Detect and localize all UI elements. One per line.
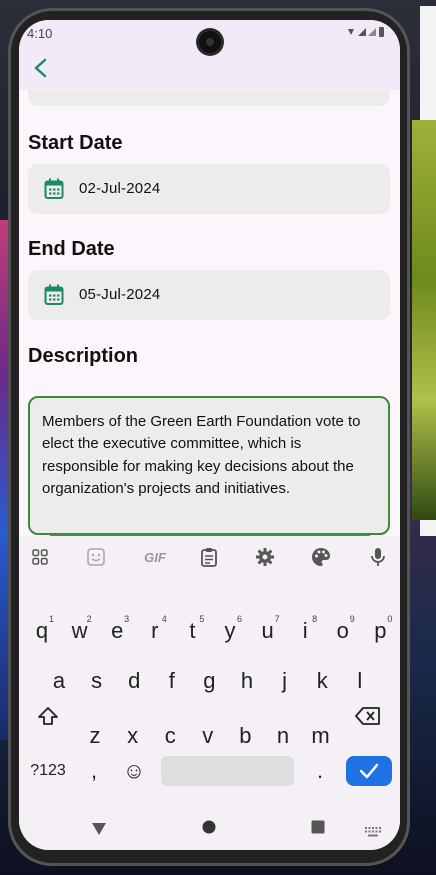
key-x[interactable]: x [118, 719, 148, 753]
key-g[interactable]: g [194, 664, 224, 698]
key-letter: p [374, 618, 387, 643]
keyboard-switch-icon[interactable] [365, 824, 381, 842]
key-a[interactable]: a [44, 664, 74, 698]
start-date-label: Start Date [28, 132, 123, 154]
key-letter: e [111, 618, 124, 643]
key-number-hint: 7 [274, 614, 280, 624]
key-number-hint: 3 [124, 614, 130, 624]
status-time: 4:10 [27, 26, 53, 41]
key-letter: r [151, 618, 159, 643]
nav-back-icon[interactable] [91, 822, 107, 841]
backspace-key[interactable] [353, 701, 383, 731]
key-number-hint: 2 [86, 614, 92, 624]
wifi-battery-icon [348, 27, 384, 37]
calendar-icon [44, 284, 64, 305]
period-key[interactable]: . [309, 756, 331, 786]
gif-button[interactable]: GIF [140, 546, 170, 568]
key-m[interactable]: m [306, 719, 336, 753]
description-label: Description [28, 345, 139, 367]
clipboard-icon[interactable] [198, 546, 220, 568]
symbols-key[interactable]: ?123 [27, 756, 69, 786]
key-k[interactable]: k [307, 664, 337, 698]
key-j[interactable]: j [270, 664, 300, 698]
key-o[interactable]: o9 [328, 614, 358, 648]
key-h[interactable]: h [232, 664, 262, 698]
nav-home-icon[interactable] [202, 820, 216, 839]
key-letter: o [336, 618, 349, 643]
palette-icon[interactable] [310, 546, 332, 568]
start-date-value: 02-Jul-2024 [79, 180, 161, 197]
settings-gear-icon[interactable] [254, 546, 276, 568]
calendar-icon [44, 178, 64, 199]
end-date-value: 05-Jul-2024 [79, 286, 161, 303]
key-letter: q [35, 618, 49, 643]
key-q[interactable]: q1 [27, 614, 57, 648]
key-r[interactable]: r4 [140, 614, 170, 648]
key-c[interactable]: c [155, 719, 185, 753]
soft-keyboard: GIF q1w2e3r4t5y6u7i8o9p0 asdfghjkl zxcvb… [19, 536, 400, 810]
key-p[interactable]: p0 [365, 614, 395, 648]
key-number-hint: 0 [387, 614, 393, 624]
key-n[interactable]: n [268, 719, 298, 753]
key-number-hint: 8 [312, 614, 318, 624]
previous-field[interactable] [28, 90, 390, 106]
front-camera [199, 31, 221, 53]
key-y[interactable]: y6 [215, 614, 245, 648]
key-number-hint: 4 [161, 614, 167, 624]
phone-screen: 4:10 Start Date 02-Jul-2024 End Date 05-… [19, 20, 400, 850]
nav-recents-icon[interactable] [311, 820, 325, 839]
key-f[interactable]: f [157, 664, 187, 698]
wallpaper-right-strip [412, 120, 436, 520]
key-z[interactable]: z [80, 719, 110, 753]
key-e[interactable]: e3 [102, 614, 132, 648]
navigation-bar [19, 810, 400, 850]
key-b[interactable]: b [230, 719, 260, 753]
form-scroll-area[interactable]: Start Date 02-Jul-2024 End Date 05-Jul-2… [19, 90, 400, 536]
apps-grid-icon[interactable] [29, 546, 51, 568]
key-i[interactable]: i8 [290, 614, 320, 648]
key-letter: w [71, 618, 88, 643]
sticker-icon[interactable] [85, 546, 107, 568]
enter-check-key[interactable] [346, 756, 392, 786]
back-button[interactable] [27, 54, 55, 82]
key-s[interactable]: s [82, 664, 112, 698]
key-w[interactable]: w2 [65, 614, 95, 648]
space-bar[interactable] [161, 756, 294, 786]
key-number-hint: 5 [199, 614, 205, 624]
checkmark-icon [359, 763, 379, 779]
key-number-hint: 9 [349, 614, 355, 624]
shift-key[interactable] [33, 701, 63, 731]
key-number-hint: 6 [236, 614, 242, 624]
description-textarea[interactable]: Members of the Green Earth Foundation vo… [28, 396, 390, 535]
end-date-field[interactable]: 05-Jul-2024 [28, 270, 390, 320]
keyboard-toolbar: GIF [19, 536, 400, 578]
key-u[interactable]: u7 [253, 614, 283, 648]
end-date-label: End Date [28, 238, 115, 260]
description-text: Members of the Green Earth Foundation vo… [42, 413, 361, 497]
start-date-field[interactable]: 02-Jul-2024 [28, 164, 390, 214]
key-t[interactable]: t5 [177, 614, 207, 648]
key-d[interactable]: d [119, 664, 149, 698]
arrow-back-icon [34, 58, 47, 78]
key-letter: t [189, 618, 196, 643]
key-v[interactable]: v [193, 719, 223, 753]
key-letter: i [302, 618, 308, 643]
emoji-key[interactable]: ☺ [119, 756, 149, 786]
key-number-hint: 1 [48, 614, 54, 624]
key-letter: y [224, 618, 236, 643]
key-letter: u [261, 618, 274, 643]
comma-key[interactable]: , [83, 756, 105, 786]
key-l[interactable]: l [345, 664, 375, 698]
microphone-icon[interactable] [367, 546, 389, 568]
status-icons [346, 26, 386, 41]
